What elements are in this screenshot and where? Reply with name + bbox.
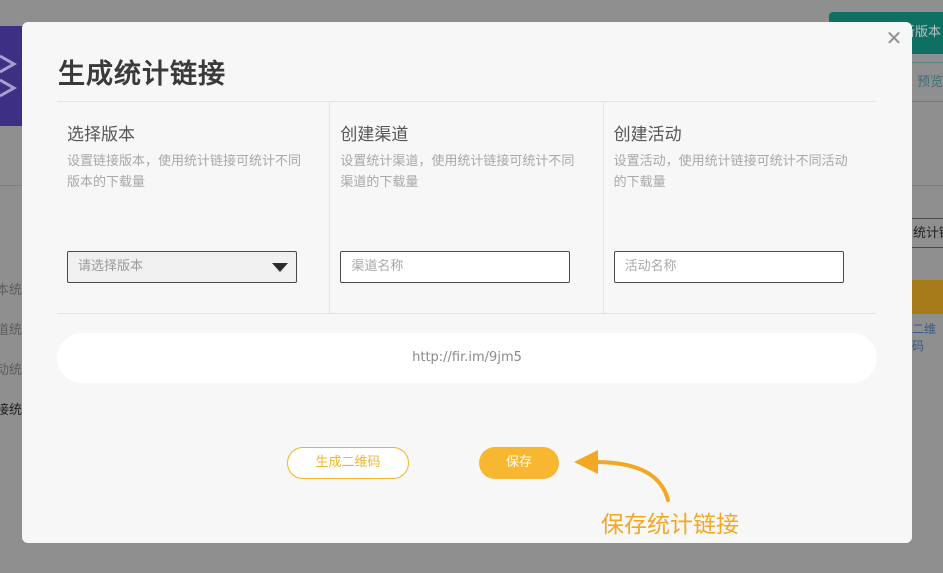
app-logo	[0, 26, 24, 126]
generate-link-dialog: ✕ 生成统计链接 选择版本 设置链接版本，使用统计链接可统计不同版本的下载量 请…	[22, 22, 912, 543]
annotation-label: 保存统计链接	[601, 512, 739, 538]
background-orange-button[interactable]	[912, 280, 943, 314]
annotation-arrow-icon	[574, 450, 670, 502]
background-qr-link[interactable]: 二维码	[912, 320, 943, 354]
